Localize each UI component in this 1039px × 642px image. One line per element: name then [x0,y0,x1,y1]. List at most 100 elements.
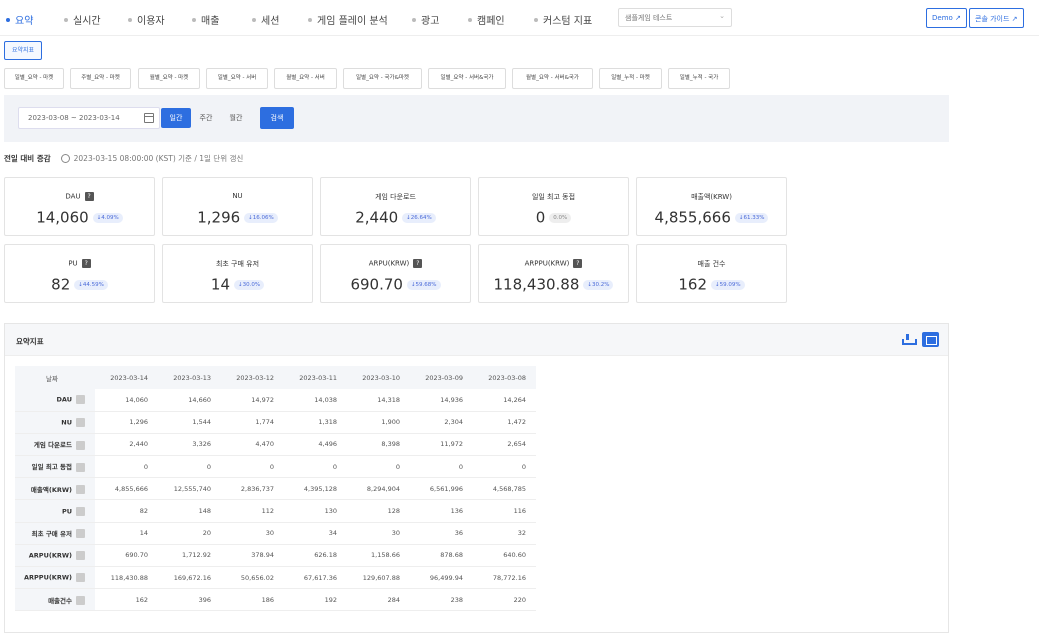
help-icon[interactable] [76,529,85,539]
table-cell: 0 [347,455,410,479]
metric-value: 118,430.88 [493,275,580,294]
nav-users[interactable]: 이용자 [128,12,165,27]
table-cell: 640.60 [473,544,536,568]
table-cell: 2,654 [473,433,536,457]
metric-label: 매출액(KRW) [691,193,732,201]
table-cell: 14,264 [473,389,536,412]
metric-card-first-buyers: 최초 구매 유저 14 ↓30.0% [162,244,313,303]
table-cell: 4,855,666 [95,477,158,501]
column-header: 2023-03-13 [158,366,221,389]
nav-realtime[interactable]: 실시간 [64,12,101,27]
change-badge: ↓30.0% [234,279,265,290]
excel-export-icon[interactable] [922,332,939,347]
table-cell: 0 [410,455,473,479]
help-icon[interactable] [76,573,85,583]
table-cell: 116 [473,499,536,523]
nav-custom-metrics[interactable]: 커스텀 지표 [534,12,592,27]
help-icon[interactable] [76,395,85,405]
table-row: PU 82 148 112 130 128 136 116 [15,499,536,523]
report-button[interactable]: 일별_요약 - 국가&마켓 [343,68,422,89]
bullet-icon [412,18,416,22]
report-button[interactable]: 월별_요약 - 서버&국가 [512,68,593,89]
column-header: 2023-03-12 [221,366,284,389]
change-badge: ↓59.68% [406,279,441,290]
game-select[interactable]: 샘플게임 테스트 ⌄ [618,8,732,27]
report-button[interactable]: 일별_누적 - 마켓 [599,68,662,89]
table-cell: 130 [284,499,347,523]
nav-sales[interactable]: 매출 [192,12,219,27]
nav-ads[interactable]: 광고 [412,12,439,27]
metric-value: 82 [51,275,71,294]
help-icon[interactable]: ? [81,259,91,268]
row-label: 매출건수 [15,588,95,612]
help-icon[interactable] [76,417,85,427]
metric-value: 14 [210,275,230,294]
nav-campaign[interactable]: 캠페인 [468,12,505,27]
metric-value: 1,296 [197,208,241,227]
change-badge: ↓4.09% [92,212,123,223]
help-icon[interactable] [76,440,85,450]
report-button[interactable]: 일별_누적 - 국가 [668,68,730,89]
calendar-icon[interactable] [144,113,154,123]
nav-label: 광고 [421,16,440,27]
guide-link[interactable]: 콘솔 가이드 ↗ [969,8,1024,28]
report-button[interactable]: 일별_요약 - 서버 [206,68,268,89]
metric-card-dau: DAU? 14,060 ↓4.09% [4,177,155,236]
table-header-row: 날짜 2023-03-14 2023-03-13 2023-03-12 2023… [15,366,536,389]
table-cell: 0 [95,455,158,479]
metric-value: 690.70 [350,275,403,294]
table-cell: 11,972 [410,433,473,457]
table-row: 게임 다운로드 2,440 3,326 4,470 4,496 8,398 11,972 2,… [15,433,536,457]
table-cell: 4,568,785 [473,477,536,501]
table-cell: 1,774 [221,411,284,434]
report-button[interactable]: 월별_요약 - 서버 [274,68,337,89]
demo-label: Demo [932,14,953,22]
filter-bar: 2023-03-08 ~ 2023-03-14 일간 주간 월간 검색 [4,95,949,142]
table-cell: 3,326 [158,433,221,457]
date-range-input[interactable]: 2023-03-08 ~ 2023-03-14 [18,107,160,129]
table-cell: 78,772.16 [473,566,536,590]
demo-link[interactable]: Demo ↗ [926,8,967,28]
report-button[interactable]: 주별_요약 - 마켓 [70,68,131,89]
nav-summary[interactable]: 요약 [6,12,33,27]
period-daily-button[interactable]: 일간 [161,108,191,128]
report-button[interactable]: 일별_요약 - 마켓 [4,68,64,89]
table-cell: 2,440 [95,433,158,457]
metric-label: ARPU(KRW) [368,259,410,268]
top-nav: 요약 실시간 이용자 매출 세션 게임 플레이 분석 광고 캠페인 커스텀 지표… [0,0,1039,36]
bullet-icon [192,18,196,22]
period-monthly-button[interactable]: 월간 [222,108,250,128]
table-cell: 284 [347,588,410,612]
help-icon[interactable] [76,462,85,472]
help-icon[interactable] [76,485,85,495]
help-icon[interactable] [76,596,85,606]
period-weekly-button[interactable]: 주간 [193,108,219,128]
table-cell: 2,304 [410,411,473,434]
nav-session[interactable]: 세션 [252,12,279,27]
row-label-text: ARPU(KRW) [28,551,72,560]
table-cell: 6,561,996 [410,477,473,501]
nav-gameplay[interactable]: 게임 플레이 분석 [308,12,388,27]
change-badge: ↓26.64% [402,212,436,223]
help-icon[interactable]: ? [573,259,583,268]
download-icon[interactable] [902,334,917,345]
metric-value: 0 [535,208,546,227]
report-button[interactable]: 월별_요약 - 마켓 [138,68,200,89]
row-label-text: PU [61,507,72,516]
help-icon[interactable]: ? [84,192,94,201]
help-icon[interactable]: ? [413,259,423,268]
tab-summary-metrics[interactable]: 요약지표 [4,41,42,60]
chevron-down-icon: ⌄ [719,12,725,20]
report-button[interactable]: 일별_요약 - 서버&국가 [428,68,506,89]
table-cell: 878.68 [410,544,473,568]
date-range-value: 2023-03-08 ~ 2023-03-14 [28,114,120,122]
table-cell: 128 [347,499,410,523]
search-button[interactable]: 검색 [260,107,294,129]
column-header: 2023-03-11 [284,366,347,389]
metric-label: 최초 구매 유저 [215,260,260,268]
help-icon[interactable] [76,550,85,560]
table-cell: 192 [284,588,347,612]
table-row: 최초 구매 유저 14 20 30 34 30 36 32 [15,522,536,545]
table-cell: 14,972 [221,389,284,412]
help-icon[interactable] [76,506,85,516]
